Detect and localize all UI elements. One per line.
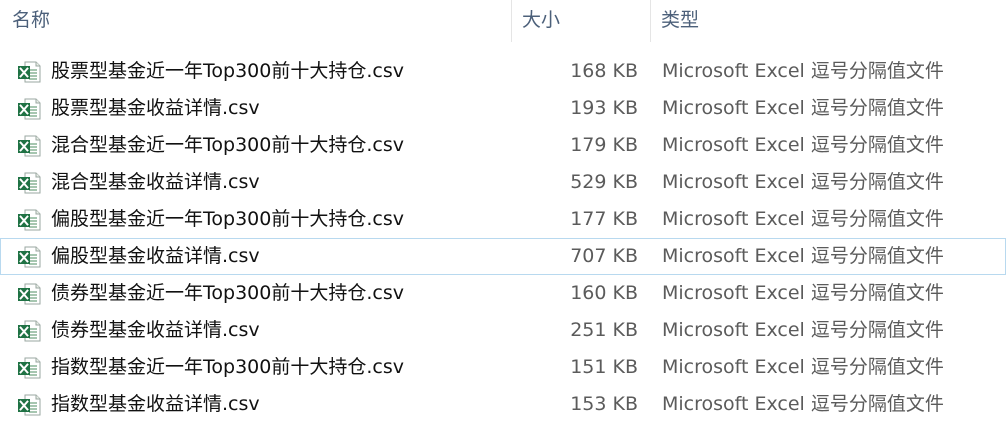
file-list: 股票型基金近一年Top300前十大持仓.csv 168 KB Microsoft… <box>0 53 1006 423</box>
file-type: Microsoft Excel 逗号分隔值文件 <box>662 245 944 267</box>
file-name: 混合型基金近一年Top300前十大持仓.csv <box>51 134 404 156</box>
excel-csv-icon <box>17 350 41 385</box>
excel-csv-icon <box>17 239 41 274</box>
excel-csv-icon <box>17 128 41 163</box>
column-header-type-label: 类型 <box>661 9 700 31</box>
file-size: 707 KB <box>570 245 638 267</box>
excel-csv-icon-graphic <box>18 209 41 231</box>
excel-csv-icon <box>17 276 41 311</box>
column-header-bar: 名称 ^ 大小 类型 <box>0 0 1006 42</box>
file-name: 偏股型基金近一年Top300前十大持仓.csv <box>51 208 404 230</box>
file-type: Microsoft Excel 逗号分隔值文件 <box>662 282 944 304</box>
column-header-name[interactable]: 名称 <box>8 0 511 42</box>
excel-csv-icon <box>17 313 41 348</box>
excel-csv-icon <box>17 387 41 422</box>
file-name: 指数型基金收益详情.csv <box>51 393 260 415</box>
file-name: 指数型基金近一年Top300前十大持仓.csv <box>51 356 404 378</box>
file-row[interactable]: 偏股型基金近一年Top300前十大持仓.csv 177 KB Microsoft… <box>0 201 1006 238</box>
sort-up-icon: ^ <box>249 0 259 7</box>
file-size: 529 KB <box>570 171 638 193</box>
excel-csv-icon-graphic <box>18 394 41 416</box>
file-size: 193 KB <box>570 97 638 119</box>
file-name: 混合型基金收益详情.csv <box>51 171 260 193</box>
file-size: 168 KB <box>570 60 638 82</box>
file-type: Microsoft Excel 逗号分隔值文件 <box>662 393 944 415</box>
column-header-size-label: 大小 <box>522 9 561 31</box>
excel-csv-icon-graphic <box>18 283 41 305</box>
file-size: 153 KB <box>570 393 638 415</box>
excel-csv-icon-graphic <box>18 320 41 342</box>
file-name: 偏股型基金收益详情.csv <box>51 245 260 267</box>
excel-csv-icon-graphic <box>18 246 41 268</box>
column-header-name-label: 名称 <box>12 9 51 31</box>
excel-csv-icon <box>17 165 41 200</box>
file-row[interactable]: 指数型基金近一年Top300前十大持仓.csv 151 KB Microsoft… <box>0 349 1006 386</box>
excel-csv-icon-graphic <box>18 172 41 194</box>
file-row[interactable]: 债券型基金近一年Top300前十大持仓.csv 160 KB Microsoft… <box>0 275 1006 312</box>
file-size: 160 KB <box>570 282 638 304</box>
excel-csv-icon-graphic <box>18 61 41 83</box>
file-type: Microsoft Excel 逗号分隔值文件 <box>662 134 944 156</box>
column-header-type[interactable]: 类型 <box>651 0 1006 42</box>
file-type: Microsoft Excel 逗号分隔值文件 <box>662 171 944 193</box>
file-type: Microsoft Excel 逗号分隔值文件 <box>662 97 944 119</box>
file-row-focused[interactable]: 偏股型基金收益详情.csv 707 KB Microsoft Excel 逗号分… <box>0 238 1006 275</box>
file-size: 177 KB <box>570 208 638 230</box>
file-size: 251 KB <box>570 319 638 341</box>
file-name: 股票型基金近一年Top300前十大持仓.csv <box>51 60 404 82</box>
file-name: 债券型基金收益详情.csv <box>51 319 260 341</box>
file-row[interactable]: 指数型基金收益详情.csv 153 KB Microsoft Excel 逗号分… <box>0 386 1006 423</box>
file-row[interactable]: 股票型基金近一年Top300前十大持仓.csv 168 KB Microsoft… <box>0 53 1006 90</box>
column-header-size[interactable]: 大小 <box>512 0 651 42</box>
file-name: 债券型基金近一年Top300前十大持仓.csv <box>51 282 404 304</box>
excel-csv-icon <box>17 54 41 89</box>
excel-csv-icon-graphic <box>18 135 41 157</box>
excel-csv-icon <box>17 91 41 126</box>
file-row[interactable]: 股票型基金收益详情.csv 193 KB Microsoft Excel 逗号分… <box>0 90 1006 127</box>
excel-csv-icon <box>17 202 41 237</box>
file-row[interactable]: 债券型基金收益详情.csv 251 KB Microsoft Excel 逗号分… <box>0 312 1006 349</box>
file-type: Microsoft Excel 逗号分隔值文件 <box>662 208 944 230</box>
file-size: 179 KB <box>570 134 638 156</box>
file-row[interactable]: 混合型基金近一年Top300前十大持仓.csv 179 KB Microsoft… <box>0 127 1006 164</box>
file-row[interactable]: 混合型基金收益详情.csv 529 KB Microsoft Excel 逗号分… <box>0 164 1006 201</box>
file-type: Microsoft Excel 逗号分隔值文件 <box>662 60 944 82</box>
file-type: Microsoft Excel 逗号分隔值文件 <box>662 319 944 341</box>
file-type: Microsoft Excel 逗号分隔值文件 <box>662 356 944 378</box>
excel-csv-icon-graphic <box>18 357 41 379</box>
file-name: 股票型基金收益详情.csv <box>51 97 260 119</box>
file-size: 151 KB <box>570 356 638 378</box>
excel-csv-icon-graphic <box>18 98 41 120</box>
file-explorer-list-view: 名称 ^ 大小 类型 股票型基金近一年Top300前十大持仓.csv 168 K… <box>0 0 1006 437</box>
